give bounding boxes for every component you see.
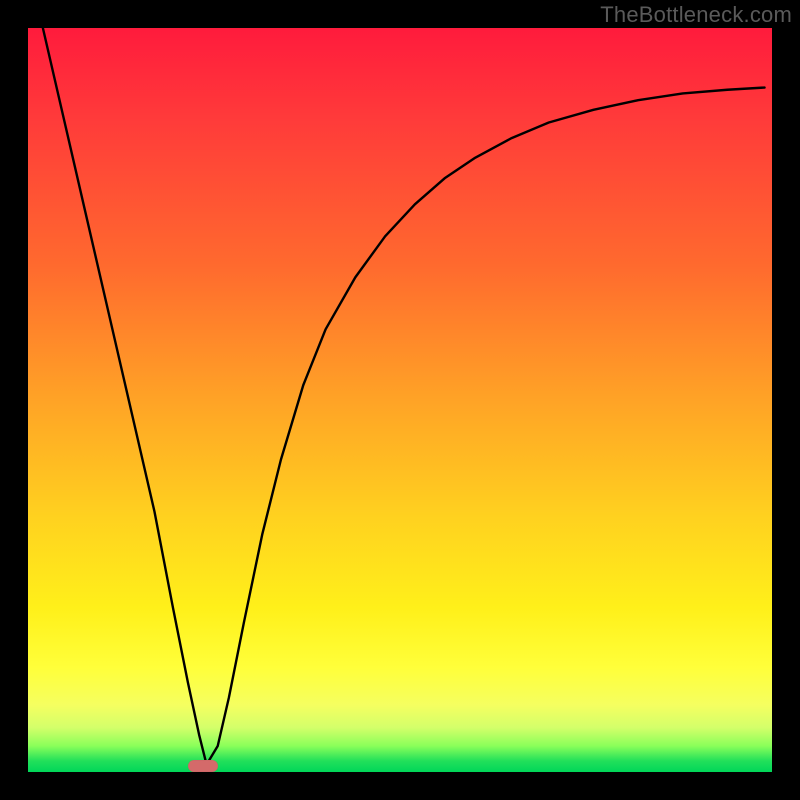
bottleneck-curve — [28, 28, 772, 772]
watermark-text: TheBottleneck.com — [600, 2, 792, 28]
chart-frame: TheBottleneck.com — [0, 0, 800, 800]
curve-polyline — [43, 28, 765, 765]
plot-area — [28, 28, 772, 772]
optimum-marker — [188, 760, 218, 772]
